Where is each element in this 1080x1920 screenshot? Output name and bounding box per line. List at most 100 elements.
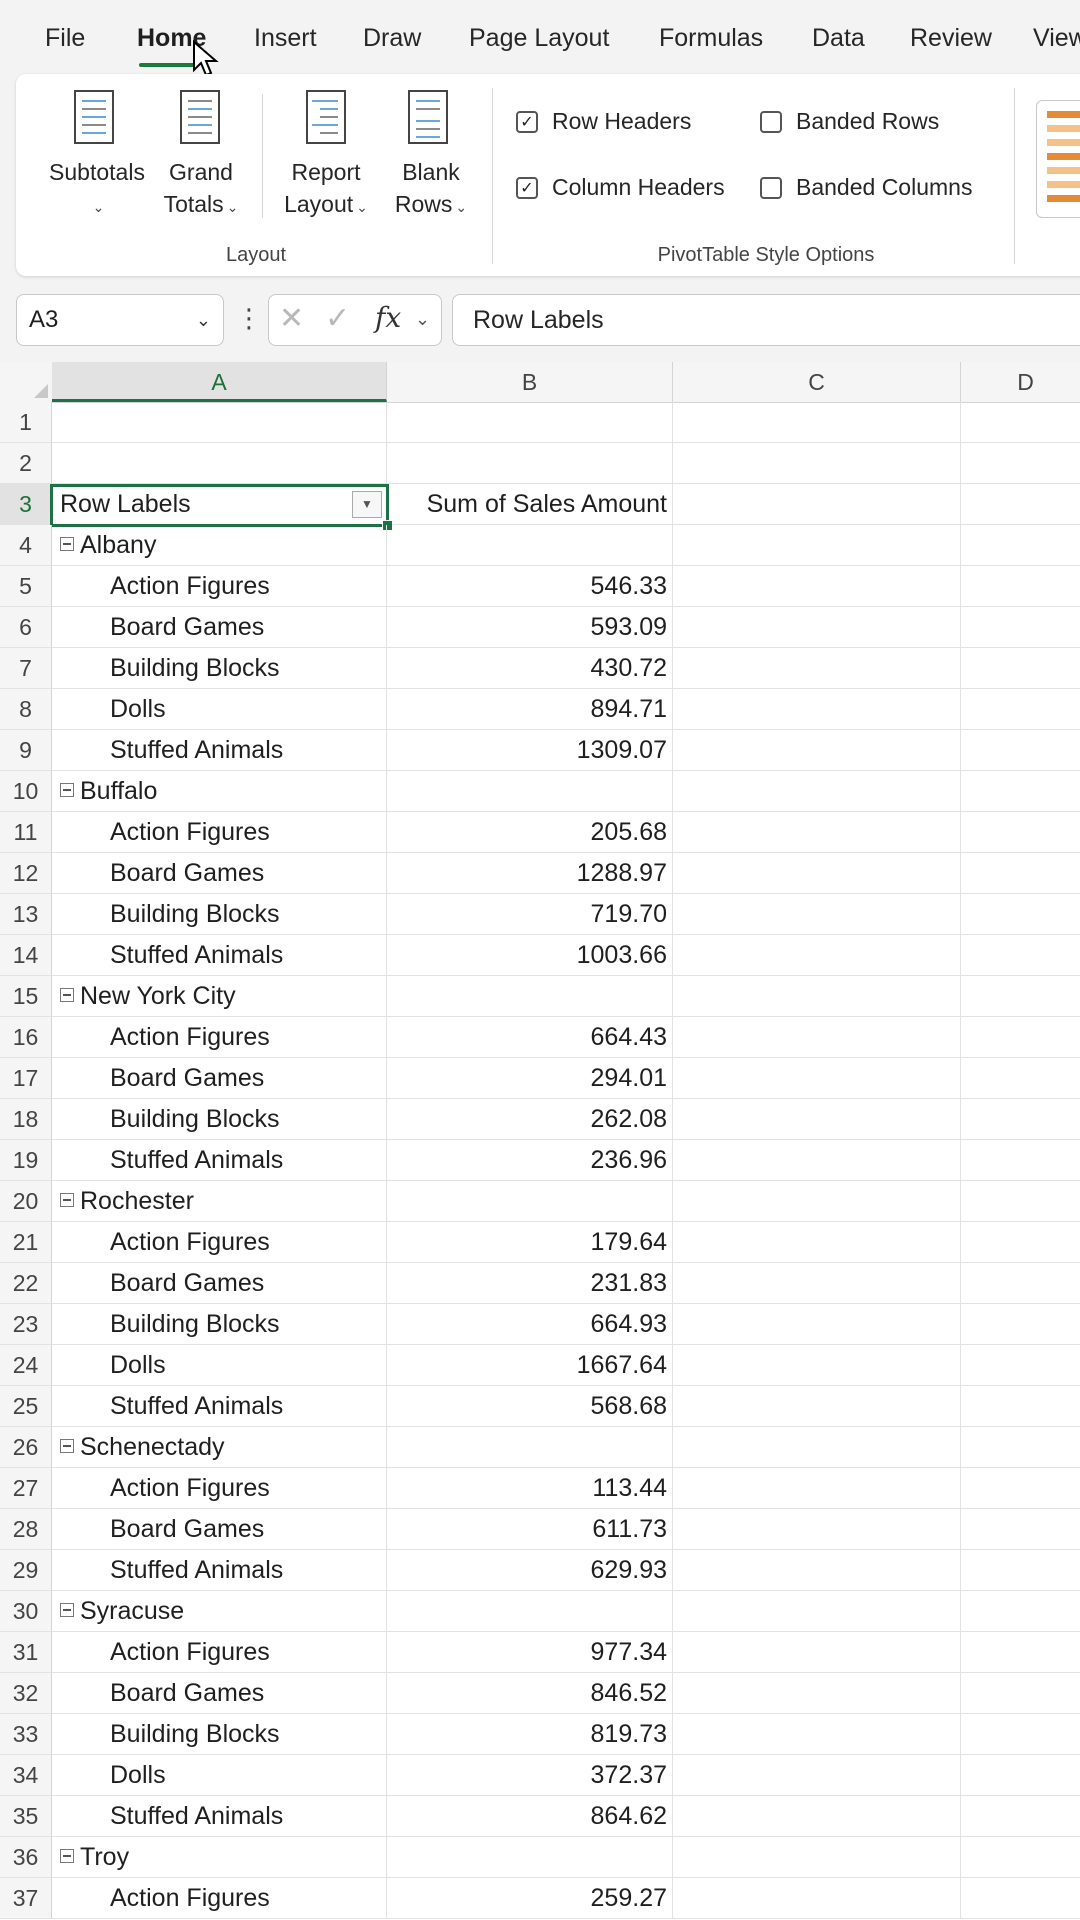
cell-b[interactable]: 179.64 <box>387 1222 673 1263</box>
cell-a[interactable]: Action Figures <box>52 812 387 853</box>
cell-b[interactable] <box>387 1181 673 1222</box>
cell-a[interactable]: Stuffed Animals <box>52 1140 387 1181</box>
cell-b[interactable]: 846.52 <box>387 1673 673 1714</box>
row-number[interactable]: 12 <box>0 853 52 894</box>
cell-a[interactable]: Board Games <box>52 1263 387 1304</box>
cell-d[interactable] <box>961 566 1080 607</box>
collapse-icon[interactable] <box>60 783 74 798</box>
cell-c[interactable] <box>673 648 961 689</box>
cell-d[interactable] <box>961 1058 1080 1099</box>
cell-a[interactable]: Rochester <box>52 1181 387 1222</box>
cell-c[interactable] <box>673 1099 961 1140</box>
cell-c[interactable] <box>673 730 961 771</box>
cell-d[interactable] <box>961 1263 1080 1304</box>
cell-a[interactable]: Action Figures <box>52 1878 387 1919</box>
cell-c[interactable] <box>673 812 961 853</box>
column-header-d[interactable]: D <box>961 362 1080 402</box>
select-all-corner[interactable] <box>0 362 53 402</box>
row-number[interactable]: 8 <box>0 689 52 730</box>
blank-rows-button[interactable]: Blank Rows ⌄ <box>386 156 476 223</box>
cell-b[interactable]: 568.68 <box>387 1386 673 1427</box>
cell-b[interactable]: 1309.07 <box>387 730 673 771</box>
cell-a[interactable]: Albany <box>52 525 387 566</box>
cell-b[interactable]: 294.01 <box>387 1058 673 1099</box>
row-number[interactable]: 16 <box>0 1017 52 1058</box>
tab-file[interactable]: File <box>45 24 85 53</box>
cell-c[interactable] <box>673 1058 961 1099</box>
cell-a[interactable] <box>52 443 387 484</box>
column-headers-option[interactable]: ✓ Column Headers <box>516 174 725 201</box>
banded-columns-option[interactable]: Banded Columns <box>760 174 972 201</box>
cell-d[interactable] <box>961 1509 1080 1550</box>
row-number[interactable]: 15 <box>0 976 52 1017</box>
cell-d[interactable] <box>961 1673 1080 1714</box>
cell-d[interactable] <box>961 1796 1080 1837</box>
cell-d[interactable] <box>961 402 1080 443</box>
cell-c[interactable] <box>673 1632 961 1673</box>
cell-c[interactable] <box>673 1304 961 1345</box>
cell-b[interactable] <box>387 443 673 484</box>
cell-c[interactable] <box>673 1468 961 1509</box>
cell-a[interactable]: Building Blocks <box>52 648 387 689</box>
cell-d[interactable] <box>961 771 1080 812</box>
subtotals-button[interactable]: Subtotals ⌄ <box>42 156 152 223</box>
filter-dropdown-icon[interactable]: ▼ <box>352 491 382 518</box>
row-number[interactable]: 32 <box>0 1673 52 1714</box>
cell-a[interactable]: Dolls <box>52 1345 387 1386</box>
row-number[interactable]: 4 <box>0 525 52 566</box>
banded-rows-checkbox[interactable] <box>760 110 782 133</box>
cell-d[interactable] <box>961 1304 1080 1345</box>
cell-c[interactable] <box>673 689 961 730</box>
cell-d[interactable] <box>961 525 1080 566</box>
cell-d[interactable] <box>961 1837 1080 1878</box>
collapse-icon[interactable] <box>60 1439 74 1454</box>
cell-d[interactable] <box>961 1878 1080 1919</box>
cell-d[interactable] <box>961 1591 1080 1632</box>
cell-b[interactable]: 113.44 <box>387 1468 673 1509</box>
cell-d[interactable] <box>961 894 1080 935</box>
collapse-icon[interactable] <box>60 1849 74 1864</box>
cell-d[interactable] <box>961 812 1080 853</box>
cell-c[interactable] <box>673 1755 961 1796</box>
row-number[interactable]: 34 <box>0 1755 52 1796</box>
cell-a[interactable]: Building Blocks <box>52 1099 387 1140</box>
cell-c[interactable] <box>673 1714 961 1755</box>
row-number[interactable]: 27 <box>0 1468 52 1509</box>
cell-b[interactable]: 205.68 <box>387 812 673 853</box>
cell-a[interactable]: Troy <box>52 1837 387 1878</box>
cell-c[interactable] <box>673 484 961 525</box>
cell-c[interactable] <box>673 1140 961 1181</box>
cell-a[interactable] <box>52 402 387 443</box>
cell-b[interactable]: Sum of Sales Amount <box>387 484 673 525</box>
cell-a[interactable]: Row Labels <box>52 484 387 525</box>
row-number[interactable]: 1 <box>0 402 52 443</box>
cell-a[interactable]: Board Games <box>52 1673 387 1714</box>
cell-d[interactable] <box>961 1099 1080 1140</box>
cell-a[interactable]: Action Figures <box>52 1632 387 1673</box>
row-number[interactable]: 13 <box>0 894 52 935</box>
row-number[interactable]: 24 <box>0 1345 52 1386</box>
cell-b[interactable] <box>387 1591 673 1632</box>
cell-c[interactable] <box>673 1181 961 1222</box>
chevron-down-icon[interactable]: ⌄ <box>415 309 430 330</box>
cell-c[interactable] <box>673 1550 961 1591</box>
cell-a[interactable]: Building Blocks <box>52 1714 387 1755</box>
row-number[interactable]: 17 <box>0 1058 52 1099</box>
cell-a[interactable]: Board Games <box>52 1058 387 1099</box>
more-options-icon[interactable]: ⋮ <box>236 303 262 334</box>
collapse-icon[interactable] <box>60 988 74 1003</box>
insert-function-icon[interactable]: fx <box>375 301 401 334</box>
cell-b[interactable]: 611.73 <box>387 1509 673 1550</box>
cell-b[interactable]: 664.93 <box>387 1304 673 1345</box>
chevron-down-icon[interactable]: ⌄ <box>196 295 211 345</box>
cell-b[interactable] <box>387 1427 673 1468</box>
cell-d[interactable] <box>961 1017 1080 1058</box>
cell-c[interactable] <box>673 1222 961 1263</box>
enter-icon[interactable]: ✓ <box>325 301 350 336</box>
cell-b[interactable] <box>387 976 673 1017</box>
cell-b[interactable] <box>387 525 673 566</box>
cell-b[interactable]: 593.09 <box>387 607 673 648</box>
row-number[interactable]: 3 <box>0 484 52 525</box>
cell-d[interactable] <box>961 1632 1080 1673</box>
cell-c[interactable] <box>673 1837 961 1878</box>
